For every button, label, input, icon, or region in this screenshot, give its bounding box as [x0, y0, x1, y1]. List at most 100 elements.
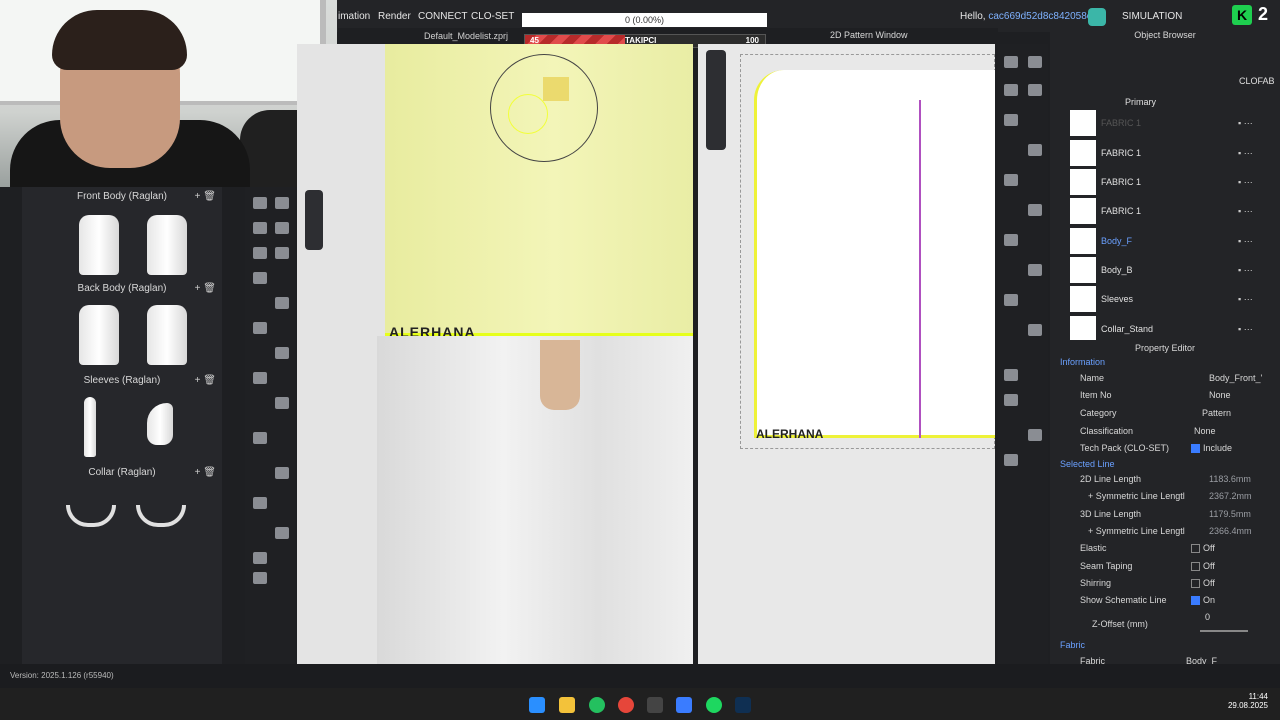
fabric-row-actions-icon[interactable]: ▪ ⋯ [1238, 265, 1253, 276]
tool-icon[interactable] [1004, 394, 1018, 406]
tool-icon[interactable] [1004, 454, 1018, 466]
tool-icon[interactable] [1004, 234, 1018, 246]
tool-icon[interactable] [1004, 56, 1018, 68]
category-dropdown[interactable]: Pattern [1202, 408, 1231, 418]
fabric-row-actions-icon[interactable]: ▪ ⋯ [1238, 177, 1253, 188]
checkbox-icon[interactable] [1191, 596, 1200, 606]
tool-icon[interactable] [1004, 369, 1018, 381]
fabric-row-selected[interactable]: Body_F ▪ ⋯ [1070, 228, 1280, 254]
start-icon[interactable] [529, 697, 545, 713]
checkbox-icon[interactable] [1191, 579, 1200, 589]
fabric-row-actions-icon[interactable]: ▪ ⋯ [1238, 206, 1253, 217]
fabric-row[interactable]: FABRIC 1 ▪ ⋯ [1070, 140, 1280, 166]
tool-icon[interactable] [1004, 84, 1018, 96]
tool-icon[interactable] [253, 572, 267, 584]
tool-icon[interactable] [1028, 204, 1042, 216]
tool-icon[interactable] [275, 297, 289, 309]
schematic-toggle[interactable]: On [1191, 595, 1215, 606]
fabric-row[interactable]: Collar_Stand ▪ ⋯ [1070, 316, 1280, 342]
sleeve-thumb-1[interactable] [84, 397, 96, 457]
menu-animation[interactable]: imation [338, 11, 370, 22]
whatsapp-icon[interactable] [589, 697, 605, 713]
3d-viewport[interactable]: ALERHANA [297, 44, 693, 664]
system-clock[interactable]: 11:44 29.08.2025 [1224, 692, 1268, 710]
checkbox-icon[interactable] [1191, 544, 1200, 554]
photoshop-icon[interactable] [735, 697, 751, 713]
tool-icon[interactable] [253, 222, 267, 234]
tool-icon[interactable] [1028, 429, 1042, 441]
tool-icon[interactable] [275, 222, 289, 234]
name-field[interactable]: Body_Front_' [1209, 373, 1262, 383]
fabric-row-actions-icon[interactable]: ▪ ⋯ [1238, 118, 1253, 129]
back-body-thumb-2[interactable] [147, 305, 187, 365]
menu-connect[interactable]: CONNECT [418, 11, 467, 22]
front-body-thumb-1[interactable] [79, 215, 119, 275]
back-body-thumb-1[interactable] [79, 305, 119, 365]
fabric-row-actions-icon[interactable]: ▪ ⋯ [1238, 236, 1253, 247]
gizmo-inner-ring[interactable] [508, 94, 548, 134]
add-icon[interactable]: + 🗑 [195, 467, 216, 478]
elastic-toggle[interactable]: Off [1191, 543, 1215, 554]
fabric-row-actions-icon[interactable]: ▪ ⋯ [1238, 294, 1253, 305]
tool-icon[interactable] [1028, 56, 1042, 68]
fabric-row-actions-icon[interactable]: ▪ ⋯ [1238, 324, 1253, 335]
avatar-icon[interactable] [1088, 8, 1106, 26]
checkbox-icon[interactable] [1191, 444, 1200, 454]
tool-icon[interactable] [253, 432, 267, 444]
fabric-row-actions-icon[interactable]: ▪ ⋯ [1238, 148, 1253, 159]
menu-render[interactable]: Render [378, 11, 411, 22]
add-icon[interactable]: + 🗑 [195, 283, 216, 294]
zoffset-slider[interactable] [1200, 630, 1248, 632]
tool-icon[interactable] [253, 497, 267, 509]
snipping-tool-icon[interactable] [647, 697, 663, 713]
tool-icon[interactable] [1028, 264, 1042, 276]
pattern-center-line[interactable] [919, 100, 921, 438]
tool-icon[interactable] [275, 397, 289, 409]
tool-icon[interactable] [275, 467, 289, 479]
sleeve-thumb-2[interactable] [147, 403, 173, 445]
add-icon[interactable]: + 🗑 [195, 375, 216, 386]
pattern-body-front[interactable] [754, 70, 995, 438]
2d-pattern-window[interactable]: ALERHANA [698, 44, 995, 664]
section-selected-line[interactable]: Selected Line [1060, 459, 1115, 469]
tool-icon[interactable] [253, 322, 267, 334]
zoffset-field[interactable]: 0 [1205, 612, 1210, 622]
tool-icon[interactable] [275, 247, 289, 259]
clofab-tab[interactable]: CLOFAB [1239, 76, 1275, 86]
fabric-row[interactable]: FABRIC 1 ▪ ⋯ [1070, 169, 1280, 195]
tool-icon[interactable] [275, 347, 289, 359]
shirring-toggle[interactable]: Off [1191, 578, 1215, 589]
tool-icon[interactable] [253, 552, 267, 564]
classification-dropdown[interactable]: None [1194, 426, 1216, 436]
collar-thumb-1[interactable] [66, 505, 116, 527]
tool-icon[interactable] [253, 197, 267, 209]
gizmo-plane-handle[interactable] [543, 77, 569, 101]
tool-icon[interactable] [253, 247, 267, 259]
simulation-mode-dropdown[interactable]: SIMULATION [1122, 11, 1182, 22]
tool-icon[interactable] [1028, 324, 1042, 336]
section-fabric[interactable]: Fabric [1060, 640, 1085, 650]
tool-icon[interactable] [1028, 144, 1042, 156]
add-icon[interactable]: + 🗑 [195, 191, 216, 202]
clo-icon[interactable] [676, 697, 692, 713]
front-body-thumb-2[interactable] [147, 215, 187, 275]
tool-icon[interactable] [1004, 174, 1018, 186]
tool-icon[interactable] [275, 527, 289, 539]
tool-icon[interactable] [253, 272, 267, 284]
section-information[interactable]: Information [1060, 357, 1105, 367]
user-id[interactable]: cac669d52d8c842058c3 [988, 11, 1097, 22]
itemno-field[interactable]: None [1209, 390, 1231, 400]
chrome-icon[interactable] [618, 697, 634, 713]
file-tab[interactable]: Default_Modelist.zprj [424, 31, 508, 41]
file-explorer-icon[interactable] [559, 697, 575, 713]
techpack-checkbox[interactable]: Include [1191, 443, 1232, 454]
tool-icon[interactable] [275, 197, 289, 209]
tool-icon[interactable] [1004, 114, 1018, 126]
fabric-row[interactable]: Body_B ▪ ⋯ [1070, 257, 1280, 283]
tool-icon[interactable] [1004, 294, 1018, 306]
seam-toggle[interactable]: Off [1191, 561, 1215, 572]
spotify-icon[interactable] [706, 697, 722, 713]
primary-colorway[interactable]: Primary [1125, 97, 1156, 107]
fabric-row[interactable]: FABRIC 1 ▪ ⋯ [1070, 198, 1280, 224]
collar-thumb-2[interactable] [136, 505, 186, 527]
